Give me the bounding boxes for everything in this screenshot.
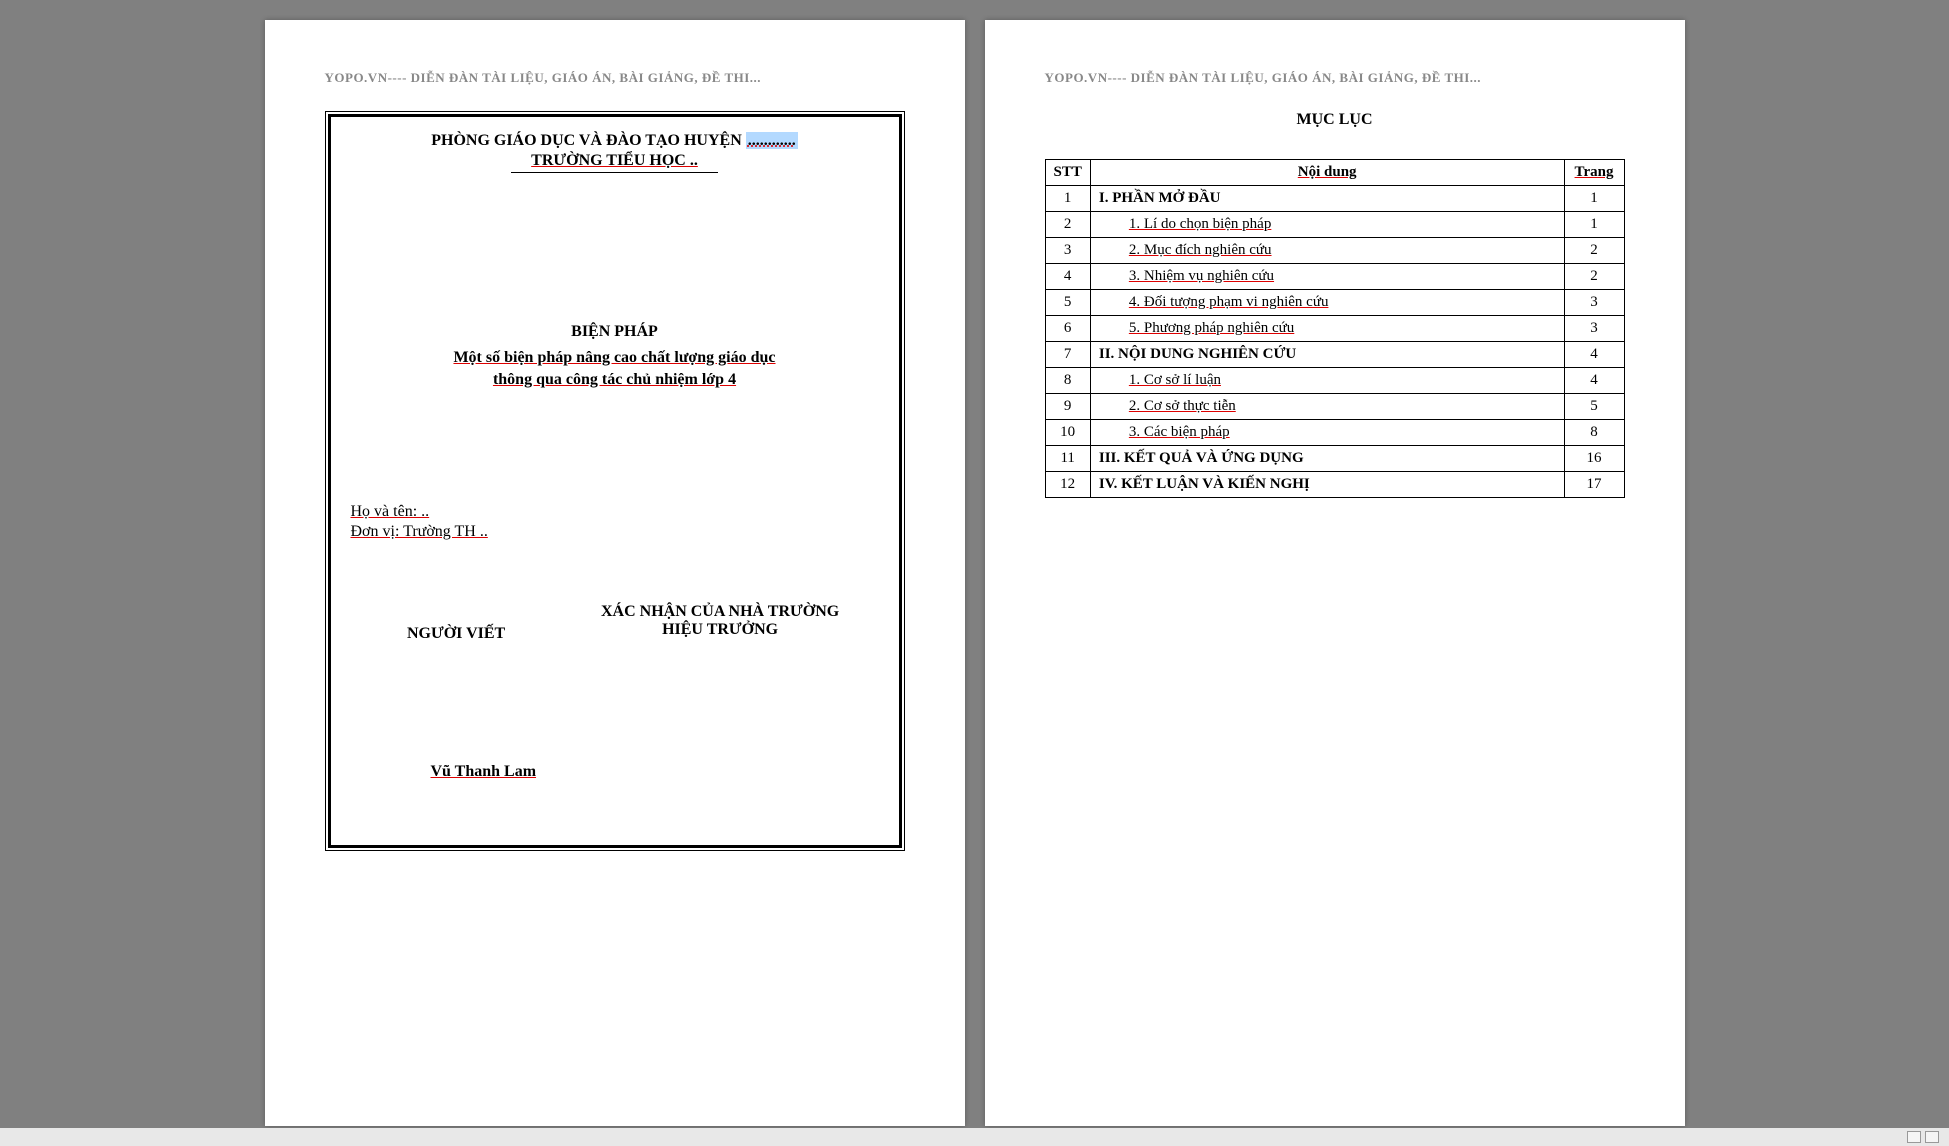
toc-stt-cell: 8 [1045, 368, 1090, 394]
toc-content-cell: 3. Nhiệm vụ nghiên cứu [1090, 264, 1564, 290]
toc-content-cell: II. NỘI DUNG NGHIÊN CỨU [1090, 342, 1564, 368]
table-row: 103. Các biện pháp8 [1045, 420, 1624, 446]
sig-right-line1: XÁC NHẬN CỦA NHÀ TRƯỜNG [562, 603, 879, 621]
table-row: 32. Mục đích nghiên cứu2 [1045, 238, 1624, 264]
toc-page-cell: 1 [1564, 212, 1624, 238]
table-row: 11III. KẾT QUẢ VÀ ỨNG DỤNG16 [1045, 446, 1624, 472]
status-bar [0, 1128, 1949, 1146]
toc-stt-cell: 6 [1045, 316, 1090, 342]
toc-header-content: Nội dung [1090, 160, 1564, 186]
toc-stt-cell: 12 [1045, 472, 1090, 498]
toc-page-cell: 3 [1564, 290, 1624, 316]
table-row: 81. Cơ sở lí luận4 [1045, 368, 1624, 394]
signature-right: XÁC NHẬN CỦA NHÀ TRƯỜNG HIỆU TRƯỞNG [562, 603, 879, 643]
table-row: 1I. PHẦN MỞ ĐẦU1 [1045, 186, 1624, 212]
view-mode-icon[interactable] [1907, 1131, 1921, 1143]
toc-stt-cell: 2 [1045, 212, 1090, 238]
toc-header-page: Trang [1564, 160, 1624, 186]
toc-page-cell: 4 [1564, 368, 1624, 394]
department-line: PHÒNG GIÁO DỤC VÀ ĐÀO TẠO HUYỆN ........… [351, 132, 879, 150]
toc-header-row: STT Nội dung Trang [1045, 160, 1624, 186]
author-name-field: Họ và tên: .. [351, 503, 879, 521]
unit-field: Đơn vị: Trường TH .. [351, 523, 879, 541]
watermark-header: YOPO.VN---- DIỄN ĐÀN TÀI LIỆU, GIÁO ÁN, … [1045, 70, 1625, 86]
table-row: 65. Phương pháp nghiên cứu3 [1045, 316, 1624, 342]
document-subtitle-2: thông qua công tác chủ nhiệm lớp 4 [351, 371, 879, 389]
toc-content-cell: 2. Mục đích nghiên cứu [1090, 238, 1564, 264]
table-row: 92. Cơ sở thực tiễn5 [1045, 394, 1624, 420]
toc-page-cell: 3 [1564, 316, 1624, 342]
toc-page-cell: 8 [1564, 420, 1624, 446]
toc-stt-cell: 9 [1045, 394, 1090, 420]
toc-page-cell: 2 [1564, 238, 1624, 264]
document-subtitle-1: Một số biện pháp nâng cao chất lượng giá… [351, 349, 879, 367]
toc-stt-cell: 10 [1045, 420, 1090, 446]
signature-left: NGƯỜI VIẾT [351, 603, 562, 643]
signature-row: NGƯỜI VIẾT XÁC NHẬN CỦA NHÀ TRƯỜNG HIỆU … [351, 603, 879, 643]
dept-blank-highlight: ............ [746, 132, 798, 149]
toc-table: STT Nội dung Trang 1I. PHẦN MỞ ĐẦU121. L… [1045, 159, 1625, 498]
table-row: 12IV. KẾT LUẬN VÀ KIẾN NGHỊ17 [1045, 472, 1624, 498]
document-heading: BIỆN PHÁP [351, 323, 879, 341]
school-line: TRƯỜNG TIỂU HỌC .. [511, 152, 718, 173]
view-mode-icon[interactable] [1925, 1131, 1939, 1143]
toc-stt-cell: 7 [1045, 342, 1090, 368]
table-row: 21. Lí do chọn biện pháp1 [1045, 212, 1624, 238]
toc-page-cell: 4 [1564, 342, 1624, 368]
author-signature-name: Vũ Thanh Lam [431, 763, 879, 781]
document-page-1: YOPO.VN---- DIỄN ĐÀN TÀI LIỆU, GIÁO ÁN, … [265, 20, 965, 1126]
table-row: 7II. NỘI DUNG NGHIÊN CỨU4 [1045, 342, 1624, 368]
toc-content-cell: 4. Đối tượng phạm vi nghiên cứu [1090, 290, 1564, 316]
toc-content-cell: III. KẾT QUẢ VÀ ỨNG DỤNG [1090, 446, 1564, 472]
table-row: 43. Nhiệm vụ nghiên cứu2 [1045, 264, 1624, 290]
toc-header-stt: STT [1045, 160, 1090, 186]
cover-frame: PHÒNG GIÁO DỤC VÀ ĐÀO TẠO HUYỆN ........… [325, 111, 905, 851]
toc-page-cell: 5 [1564, 394, 1624, 420]
toc-stt-cell: 4 [1045, 264, 1090, 290]
toc-title: MỤC LỤC [1045, 111, 1625, 129]
document-page-2: YOPO.VN---- DIỄN ĐÀN TÀI LIỆU, GIÁO ÁN, … [985, 20, 1685, 1126]
toc-stt-cell: 1 [1045, 186, 1090, 212]
watermark-header: YOPO.VN---- DIỄN ĐÀN TÀI LIỆU, GIÁO ÁN, … [325, 70, 905, 86]
toc-content-cell: I. PHẦN MỞ ĐẦU [1090, 186, 1564, 212]
toc-content-cell: IV. KẾT LUẬN VÀ KIẾN NGHỊ [1090, 472, 1564, 498]
toc-stt-cell: 5 [1045, 290, 1090, 316]
toc-content-cell: 1. Lí do chọn biện pháp [1090, 212, 1564, 238]
toc-page-cell: 2 [1564, 264, 1624, 290]
toc-content-cell: 2. Cơ sở thực tiễn [1090, 394, 1564, 420]
toc-stt-cell: 3 [1045, 238, 1090, 264]
dept-prefix: PHÒNG GIÁO DỤC VÀ ĐÀO TẠO HUYỆN [431, 132, 746, 149]
table-row: 54. Đối tượng phạm vi nghiên cứu3 [1045, 290, 1624, 316]
toc-content-cell: 5. Phương pháp nghiên cứu [1090, 316, 1564, 342]
toc-page-cell: 17 [1564, 472, 1624, 498]
toc-stt-cell: 11 [1045, 446, 1090, 472]
toc-page-cell: 16 [1564, 446, 1624, 472]
toc-content-cell: 3. Các biện pháp [1090, 420, 1564, 446]
toc-content-cell: 1. Cơ sở lí luận [1090, 368, 1564, 394]
sig-right-line2: HIỆU TRƯỞNG [562, 621, 879, 639]
toc-page-cell: 1 [1564, 186, 1624, 212]
